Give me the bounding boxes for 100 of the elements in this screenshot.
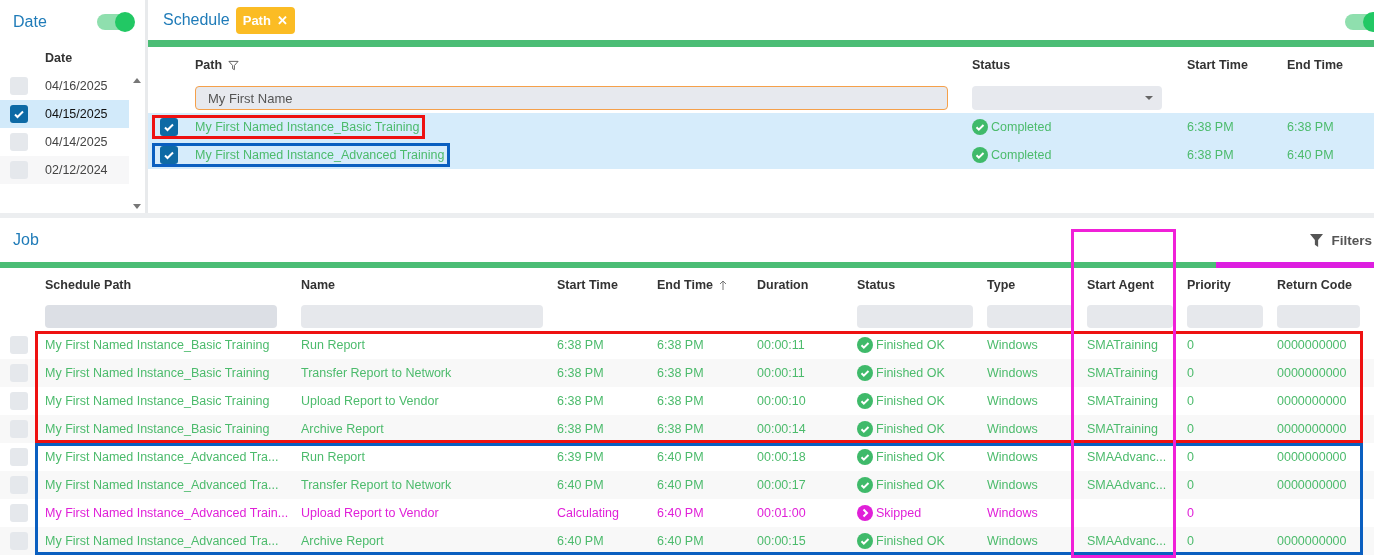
priority-cell: 0	[1187, 394, 1194, 408]
column-header[interactable]: End Time	[657, 277, 714, 292]
end-time-cell-text: 6:38 PM	[1287, 120, 1335, 134]
funnel-icon	[1310, 233, 1324, 247]
toggle-switch[interactable]	[97, 14, 133, 30]
agent-cell: SMATraining	[1087, 338, 1158, 352]
column-header[interactable]: Return Code	[1277, 277, 1352, 292]
column-header[interactable]: Path	[195, 58, 223, 72]
column-header[interactable]: Name	[301, 277, 336, 292]
checkbox[interactable]	[10, 336, 28, 354]
filter-field[interactable]	[1087, 304, 1173, 328]
checkbox[interactable]	[10, 105, 28, 123]
column-header[interactable]: End Time	[1287, 58, 1374, 72]
status-cell: Finished OK	[876, 450, 945, 464]
path-cell[interactable]: My First Named Instance_Advanced Train...	[45, 506, 289, 520]
panel-title: Date	[13, 13, 47, 31]
start-time-cell: 6:38 PM	[557, 366, 604, 380]
filter-field[interactable]	[1187, 304, 1263, 328]
checkbox[interactable]	[10, 448, 28, 466]
check-icon	[163, 121, 175, 133]
start-time-cell: 6:38 PM	[557, 422, 604, 436]
scroll-down-icon[interactable]	[133, 204, 141, 209]
column-header[interactable]: Start Time	[557, 277, 618, 292]
column-header[interactable]: Start Time	[1187, 58, 1287, 72]
priority-cell: 0	[1187, 506, 1194, 520]
sort-up-icon[interactable]	[719, 279, 728, 290]
start-time-cell: 6:38 PM	[557, 394, 604, 408]
panel-title: Schedule	[163, 11, 230, 29]
column-header[interactable]: Status	[857, 277, 896, 292]
status-cell: Completed	[991, 148, 1052, 162]
check-icon	[13, 108, 25, 120]
check-circle-icon	[972, 119, 988, 135]
checkbox[interactable]	[10, 133, 28, 151]
status-cell: Finished OK	[876, 422, 945, 436]
panel-title: Job	[13, 231, 39, 249]
start-time-cell: 6:38 PM	[557, 338, 604, 352]
name-cell[interactable]: Upload Report to Vendor	[301, 506, 439, 520]
duration-cell: 00:00:17	[757, 478, 806, 492]
filter-field[interactable]	[857, 304, 973, 328]
filter-field[interactable]: My First Name	[195, 86, 948, 110]
type-cell: Windows	[987, 450, 1038, 464]
agent-cell: SMAAdvanc...	[1087, 450, 1167, 464]
checkbox[interactable]	[10, 504, 28, 522]
priority-cell: 0	[1187, 534, 1194, 548]
type-cell: Windows	[987, 422, 1038, 436]
check-icon	[163, 149, 175, 161]
filter-icon[interactable]	[228, 59, 240, 71]
status-cell: Skipped	[876, 506, 922, 520]
filter-field[interactable]	[45, 304, 277, 328]
return-code-cell: 0000000000	[1277, 366, 1347, 380]
column-header[interactable]: Type	[987, 277, 1016, 292]
type-cell: Windows	[987, 394, 1038, 408]
status-cell: Completed	[991, 120, 1052, 134]
duration-cell: 00:00:11	[757, 366, 805, 380]
return-code-cell: 0000000000	[1277, 478, 1347, 492]
column-header[interactable]: Schedule Path	[45, 277, 132, 292]
end-time-cell: 6:40 PM	[657, 450, 704, 464]
return-code-cell: 0000000000	[1277, 338, 1347, 352]
return-code-cell: 0000000000	[1277, 422, 1347, 436]
column-header[interactable]: Duration	[757, 277, 809, 292]
toggle-switch[interactable]	[1345, 14, 1374, 30]
agent-cell: SMAAdvanc...	[1087, 534, 1167, 548]
checkbox[interactable]	[160, 146, 178, 164]
priority-cell: 0	[1187, 338, 1194, 352]
start-time-cell: 6:40 PM	[557, 534, 604, 548]
checkbox[interactable]	[10, 77, 28, 95]
date-item[interactable]: 04/16/2025	[45, 79, 108, 93]
column-header[interactable]: Priority	[1187, 277, 1231, 292]
end-time-cell: 6:38 PM	[657, 366, 704, 380]
priority-cell: 0	[1187, 450, 1194, 464]
caret-icon	[1145, 96, 1153, 100]
end-time-cell: 6:40 PM	[657, 534, 704, 548]
status-cell: Finished OK	[876, 394, 945, 408]
filter-field[interactable]	[301, 304, 543, 328]
end-time-cell: 6:38 PM	[657, 422, 704, 436]
filters-button[interactable]: Filters	[1310, 232, 1372, 248]
type-cell: Windows	[987, 534, 1038, 548]
end-time-cell: 6:38 PM	[657, 338, 704, 352]
status-dropdown[interactable]	[972, 86, 1162, 110]
start-time-cell-text: 6:38 PM	[1187, 148, 1235, 162]
scroll-up-icon[interactable]	[133, 78, 141, 83]
duration-cell: 00:00:15	[757, 534, 806, 548]
filter-field[interactable]	[987, 304, 1073, 328]
return-code-cell: 0000000000	[1277, 394, 1347, 408]
status-cell: Finished OK	[876, 478, 945, 492]
priority-cell: 0	[1187, 478, 1194, 492]
column-header[interactable]: Start Agent	[1087, 277, 1154, 292]
checkbox[interactable]	[10, 392, 28, 410]
filter-field[interactable]	[1277, 304, 1360, 328]
status-cell: Finished OK	[876, 338, 945, 352]
checkbox[interactable]	[160, 118, 178, 136]
date-item[interactable]: 04/14/2025	[45, 135, 108, 149]
type-cell: Windows	[987, 338, 1038, 352]
start-time-cell: 6:39 PM	[557, 450, 604, 464]
type-cell: Windows	[987, 366, 1038, 380]
check-circle-icon	[972, 147, 988, 163]
return-code-cell: 0000000000	[1277, 534, 1347, 548]
end-time-cell: 6:38 PM	[657, 394, 704, 408]
duration-cell: 00:00:11	[757, 338, 805, 352]
column-header[interactable]: Status	[972, 58, 1187, 72]
